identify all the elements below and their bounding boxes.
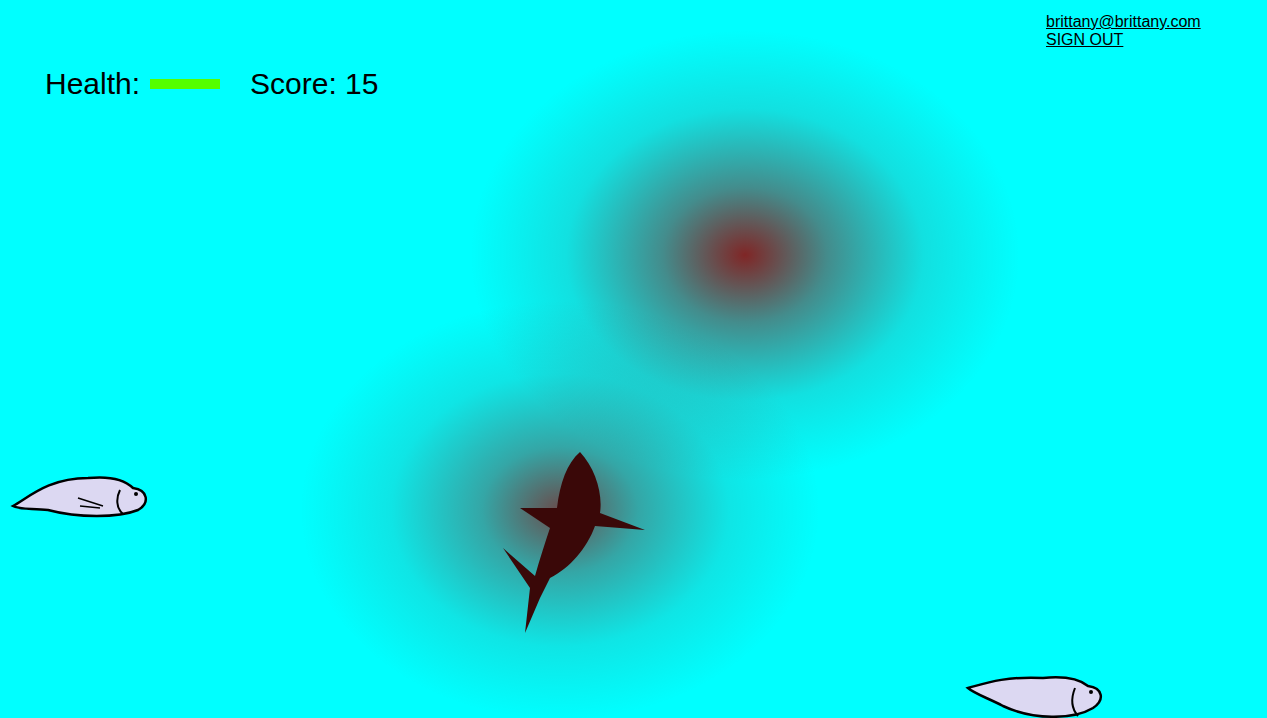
health: Health:	[45, 66, 220, 102]
seal-icon[interactable]	[963, 670, 1108, 718]
shark-icon[interactable]	[495, 448, 650, 638]
game-canvas[interactable]: Health: Score: 15 brittany@brittany.com …	[0, 0, 1267, 718]
account-email[interactable]: brittany@brittany.com	[1046, 13, 1201, 31]
health-track	[150, 79, 220, 89]
sign-out-link[interactable]: SIGN OUT	[1046, 31, 1201, 49]
account-links: brittany@brittany.com SIGN OUT	[1046, 13, 1201, 49]
hud: Health: Score: 15	[45, 66, 378, 102]
seal-icon[interactable]	[8, 468, 153, 526]
health-label: Health:	[45, 66, 140, 102]
health-bar	[150, 79, 220, 89]
score: Score: 15	[250, 66, 378, 102]
